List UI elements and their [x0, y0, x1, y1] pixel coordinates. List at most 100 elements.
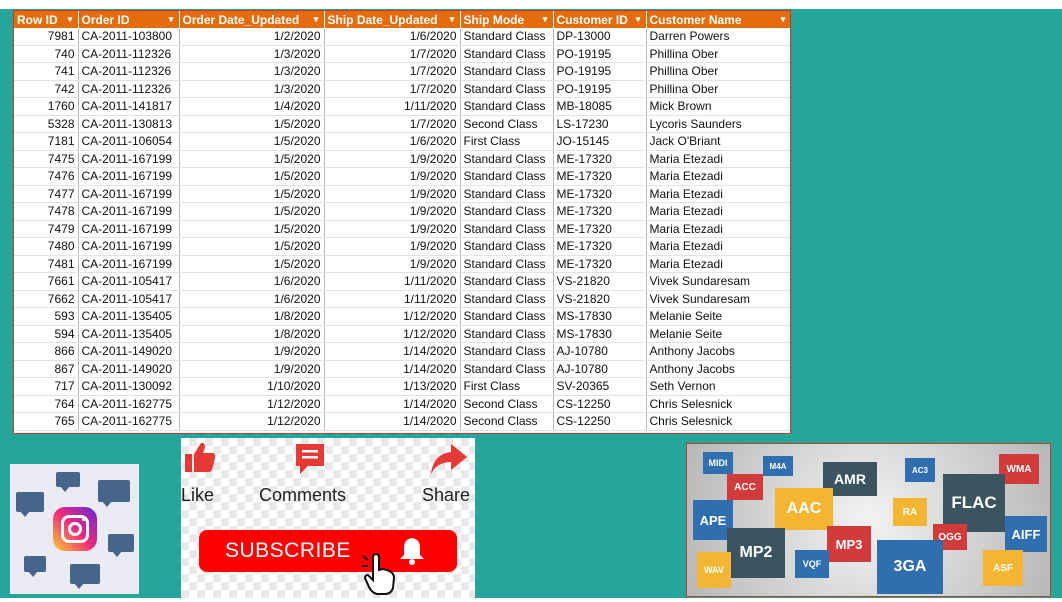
table-cell[interactable]: 7181 [14, 132, 79, 151]
table-cell[interactable]: Chris Selesnick [646, 395, 790, 413]
table-cell[interactable]: CA-2011-112326 [78, 80, 180, 98]
table-cell[interactable]: CA-2011-149020 [78, 342, 180, 361]
table-cell[interactable]: Standard Class [460, 80, 554, 98]
filter-dropdown-icon[interactable]: ▾ [312, 14, 321, 24]
table-cell[interactable]: 1/9/2020 [179, 342, 325, 361]
table-cell[interactable]: 1/5/2020 [179, 237, 325, 256]
table-cell[interactable]: PO-19195 [553, 45, 647, 63]
filter-dropdown-icon[interactable]: ▾ [634, 14, 643, 24]
table-cell[interactable]: CS-12250 [553, 395, 647, 413]
table-cell[interactable]: Maria Etezadi [646, 150, 790, 168]
table-cell[interactable]: 7476 [14, 167, 79, 186]
table-cell[interactable]: 7477 [14, 185, 79, 203]
table-cell[interactable]: 1/9/2020 [324, 237, 461, 256]
table-cell[interactable]: Standard Class [460, 150, 554, 168]
table-cell[interactable]: CA-2011-106054 [78, 132, 180, 151]
table-cell[interactable]: AJ-10780 [553, 360, 647, 378]
table-cell[interactable]: VS-21820 [553, 290, 647, 308]
table-cell[interactable]: Chris Selesnick [646, 412, 790, 431]
table-cell[interactable]: Standard Class [460, 360, 554, 378]
table-cell[interactable]: 5328 [14, 115, 79, 133]
table-cell[interactable]: 1/12/2020 [179, 395, 325, 413]
table-cell[interactable]: Anthony Jacobs [646, 360, 790, 378]
filter-dropdown-icon[interactable]: ▾ [167, 14, 176, 24]
table-cell[interactable]: 741 [14, 62, 79, 81]
table-cell[interactable]: Standard Class [460, 62, 554, 81]
table-cell[interactable]: 1/10/2020 [179, 377, 325, 396]
table-cell[interactable]: 1/6/2020 [179, 290, 325, 308]
column-header[interactable]: Row ID ▾ [14, 11, 79, 28]
table-cell[interactable]: Standard Class [460, 28, 554, 46]
column-header[interactable]: Order Date_Updated ▾ [179, 11, 325, 28]
table-cell[interactable]: 1/13/2020 [324, 377, 461, 396]
table-cell[interactable]: MS-17830 [553, 307, 647, 326]
table-cell[interactable]: CA-2011-112326 [78, 62, 180, 81]
table-cell[interactable]: Standard Class [460, 97, 554, 116]
table-cell[interactable]: CA-2011-141817 [78, 97, 180, 116]
table-cell[interactable]: Vivek Sundaresam [646, 290, 790, 308]
table-cell[interactable]: Standard Class [460, 220, 554, 238]
table-cell[interactable]: CA-2011-162775 [78, 412, 180, 431]
table-cell[interactable]: 1/8/2020 [179, 307, 325, 326]
table-cell[interactable]: AJ-10780 [553, 342, 647, 361]
table-cell[interactable]: CA-2011-162775 [78, 395, 180, 413]
column-header[interactable]: Ship Date_Updated ▾ [324, 11, 461, 28]
table-cell[interactable]: 1/9/2020 [324, 167, 461, 186]
filter-dropdown-icon[interactable]: ▾ [541, 14, 550, 24]
table-cell[interactable]: 1/6/2020 [324, 28, 461, 46]
table-cell[interactable]: Anthony Jacobs [646, 342, 790, 361]
table-cell[interactable]: 1/11/2020 [324, 272, 461, 291]
table-cell[interactable]: ME-17320 [553, 150, 647, 168]
table-cell[interactable]: 1/12/2020 [179, 412, 325, 431]
table-cell[interactable]: 1/12/2020 [324, 325, 461, 343]
table-cell[interactable]: ME-17320 [553, 167, 647, 186]
table-cell[interactable]: Darren Powers [646, 28, 790, 46]
comments-label[interactable]: Comments [259, 485, 346, 506]
table-cell[interactable]: 1/5/2020 [179, 132, 325, 151]
table-cell[interactable]: 7481 [14, 255, 79, 273]
table-cell[interactable]: 1/7/2020 [324, 115, 461, 133]
table-cell[interactable]: CA-2011-130092 [78, 377, 180, 396]
table-cell[interactable]: Standard Class [460, 290, 554, 308]
table-cell[interactable]: 1/14/2020 [324, 412, 461, 431]
table-cell[interactable]: Second Class [460, 115, 554, 133]
table-cell[interactable]: CA-2011-135405 [78, 325, 180, 343]
table-cell[interactable]: CA-2011-167199 [78, 237, 180, 256]
table-cell[interactable]: Standard Class [460, 342, 554, 361]
table-cell[interactable]: 1/9/2020 [179, 360, 325, 378]
table-cell[interactable]: 1/3/2020 [179, 45, 325, 63]
table-cell[interactable]: SV-20365 [553, 377, 647, 396]
table-cell[interactable]: CA-2011-149020 [78, 360, 180, 378]
table-cell[interactable]: 593 [14, 307, 79, 326]
table-cell[interactable]: MB-18085 [553, 97, 647, 116]
bell-icon[interactable] [395, 534, 429, 568]
table-cell[interactable]: Phillina Ober [646, 80, 790, 98]
table-cell[interactable]: Vivek Sundaresam [646, 272, 790, 291]
table-cell[interactable]: 1760 [14, 97, 79, 116]
table-cell[interactable]: 1/8/2020 [179, 325, 325, 343]
table-cell[interactable]: 1/9/2020 [324, 220, 461, 238]
table-cell[interactable]: 1/5/2020 [179, 167, 325, 186]
table-cell[interactable]: 1/9/2020 [324, 185, 461, 203]
table-cell[interactable]: 1/14/2020 [324, 360, 461, 378]
column-header[interactable]: Customer Name ▾ [646, 11, 790, 28]
table-cell[interactable]: 1/6/2020 [179, 272, 325, 291]
table-cell[interactable]: 1/5/2020 [179, 185, 325, 203]
table-cell[interactable]: LS-17230 [553, 115, 647, 133]
column-header[interactable]: Ship Mode ▾ [460, 11, 554, 28]
table-cell[interactable]: 1/9/2020 [324, 202, 461, 221]
table-cell[interactable]: CS-12250 [553, 412, 647, 431]
table-cell[interactable]: Standard Class [460, 272, 554, 291]
table-cell[interactable]: Lycoris Saunders [646, 115, 790, 133]
table-cell[interactable]: 7478 [14, 202, 79, 221]
table-cell[interactable]: 765 [14, 412, 79, 431]
table-cell[interactable]: 1/3/2020 [179, 62, 325, 81]
table-cell[interactable]: Maria Etezadi [646, 202, 790, 221]
table-cell[interactable]: Maria Etezadi [646, 167, 790, 186]
table-cell[interactable]: ME-17320 [553, 255, 647, 273]
table-cell[interactable]: Standard Class [460, 45, 554, 63]
comment-icon[interactable] [294, 442, 326, 476]
table-cell[interactable]: 7480 [14, 237, 79, 256]
table-cell[interactable]: CA-2011-167199 [78, 255, 180, 273]
table-cell[interactable]: 742 [14, 80, 79, 98]
